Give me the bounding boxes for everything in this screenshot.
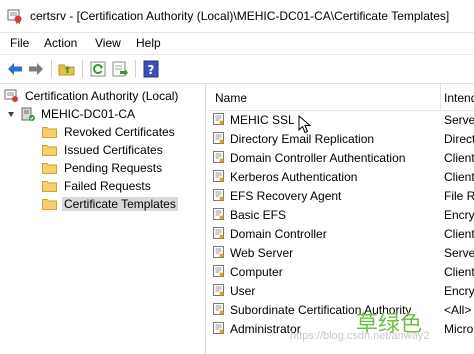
table-row[interactable]: Directory Email Replication Direct [208,129,474,148]
up-folder-icon[interactable] [58,60,76,78]
ca-server-icon [21,107,35,121]
watermark-text: 草绿色 [356,312,423,337]
template-intended-purpose: Direct [444,132,474,146]
table-row[interactable]: User Encry [208,281,474,300]
template-intended-purpose: Client [444,151,474,165]
template-intended-purpose: Client [444,265,474,279]
template-name: Domain Controller [230,227,327,241]
certificate-template-icon [213,284,224,296]
forward-arrow-icon[interactable] [27,60,45,78]
tree-item-root[interactable]: Certification Authority (Local) [4,87,204,105]
template-name: Domain Controller Authentication [230,151,406,165]
chevron-down-icon[interactable] [6,109,16,119]
tree-folder-label: Certificate Templates [62,197,178,211]
mouse-cursor-icon [298,115,312,134]
tree-folder-label: Issued Certificates [64,143,163,157]
folder-icon [42,163,57,174]
toolbar-separator [51,60,52,78]
folder-icon [42,127,57,138]
table-row[interactable]: Kerberos Authentication Client [208,167,474,186]
tree-folder-label: Pending Requests [64,161,163,175]
table-row[interactable]: EFS Recovery Agent File R [208,186,474,205]
table-row[interactable]: Computer Client [208,262,474,281]
certificate-template-icon [213,303,224,315]
template-intended-purpose: <All> [444,303,472,317]
certificate-template-icon [213,189,224,201]
certificate-template-icon [213,170,224,182]
tree-item-ca[interactable]: MEHIC-DC01-CA [6,105,204,123]
refresh-icon[interactable] [89,60,107,78]
certification-authority-icon [4,89,18,102]
certificate-template-icon [213,322,224,334]
tree-item-pending-requests[interactable]: Pending Requests [42,159,204,177]
certificate-template-icon [213,246,224,258]
template-intended-purpose: Micro [444,322,474,336]
menu-help[interactable]: Help [136,36,161,50]
table-row[interactable]: Domain Controller Authentication Client [208,148,474,167]
template-name: Basic EFS [230,208,287,222]
tree-item-failed-requests[interactable]: Failed Requests [42,177,204,195]
template-name: EFS Recovery Agent [230,189,342,203]
template-name: User [230,284,256,298]
template-intended-purpose: File R [444,189,474,203]
template-intended-purpose: Encry [444,284,474,298]
menu-view[interactable]: View [95,36,121,50]
title-bar: certsrv - [Certification Authority (Loca… [0,0,474,33]
column-header-intended-purpose[interactable]: Intende [444,91,474,105]
tree-root-label: Certification Authority (Local) [25,89,179,103]
certificate-template-icon [213,208,224,220]
certificate-template-icon [213,113,224,125]
folder-icon [42,145,57,156]
tree-item-revoked-certificates[interactable]: Revoked Certificates [42,123,204,141]
toolbar-separator [82,60,83,78]
details-pane: Name Intende MEHIC SSL Serve Directory Ema… [208,84,474,354]
table-row[interactable]: Basic EFS Encry [208,205,474,224]
menu-action[interactable]: Action [44,36,77,50]
menu-file[interactable]: File [10,36,29,50]
tree-folder-label: Failed Requests [64,179,151,193]
tree-ca-label: MEHIC-DC01-CA [41,107,136,121]
toolbar-separator [135,60,136,78]
certificate-template-icon [213,265,224,277]
template-intended-purpose: Client [444,170,474,184]
table-row[interactable]: Subordinate Certification Authority <All> [208,300,474,319]
template-intended-purpose: Serve [444,246,474,260]
help-icon[interactable]: ? [142,60,160,78]
template-name: Kerberos Authentication [230,170,358,184]
template-intended-purpose: Serve [444,113,474,127]
folder-icon [42,181,57,192]
tree-item-issued-certificates[interactable]: Issued Certificates [42,141,204,159]
menu-bar: File Action View Help [0,33,474,53]
template-name: Web Server [230,246,294,260]
svg-text:?: ? [148,63,155,77]
table-row[interactable]: MEHIC SSL Serve [208,110,474,129]
template-intended-purpose: Client [444,227,474,241]
console-tree: Certification Authority (Local) MEHIC-DC… [0,84,206,354]
window-title: certsrv - [Certification Authority (Loca… [30,9,450,23]
table-row[interactable]: Web Server Serve [208,243,474,262]
template-intended-purpose: Encry [444,208,474,222]
export-list-icon[interactable] [111,60,129,78]
certificate-template-icon [213,132,224,144]
table-row[interactable]: Domain Controller Client [208,224,474,243]
template-name: MEHIC SSL [230,113,295,127]
column-header-name[interactable]: Name [215,91,247,105]
tree-folder-label: Revoked Certificates [64,125,175,139]
list-header: Name Intende [208,84,474,111]
template-name: Computer [230,265,283,279]
column-divider[interactable] [440,84,441,110]
tree-item-certificate-templates[interactable]: Certificate Templates [42,195,204,213]
back-arrow-icon[interactable] [6,60,24,78]
certsrv-icon [7,9,22,24]
certificate-template-icon [213,227,224,239]
toolbar: ? [0,54,474,84]
certificate-template-icon [213,151,224,163]
folder-icon [42,199,57,210]
